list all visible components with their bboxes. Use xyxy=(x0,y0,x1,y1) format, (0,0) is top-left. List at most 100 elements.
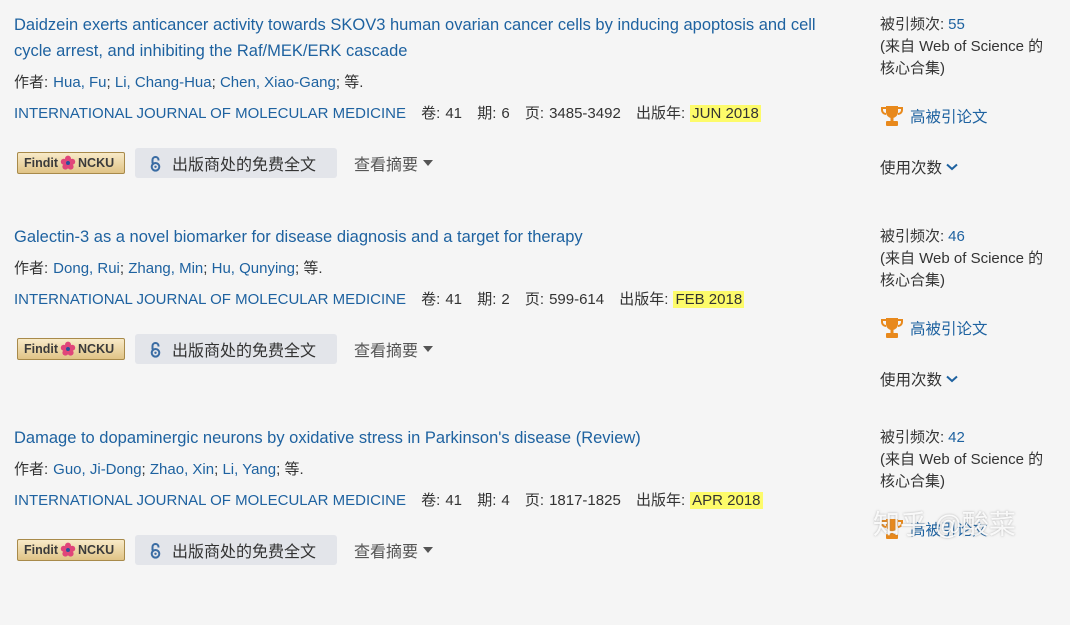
times-cited-count[interactable]: 46 xyxy=(948,228,965,245)
findit-ncku-button[interactable]: Findit NCKU xyxy=(17,338,125,360)
authors-label: 作者: xyxy=(14,461,49,478)
author-link[interactable]: Zhao, Xin xyxy=(150,461,214,478)
issue-value: 6 xyxy=(501,105,510,122)
source-line: INTERNATIONAL JOURNAL OF MOLECULAR MEDIC… xyxy=(14,490,854,512)
times-cited-label: 被引频次: xyxy=(880,228,945,245)
author-link[interactable]: Hu, Qunying xyxy=(212,260,295,277)
issue: 期: 2 xyxy=(477,291,510,308)
record-actions: Findit NCKU 出版商处的免费全文 查看摘要 xyxy=(14,535,854,565)
volume-label: 卷: xyxy=(421,291,441,308)
journal-link[interactable]: INTERNATIONAL JOURNAL OF MOLECULAR MEDIC… xyxy=(14,105,406,122)
result-record-2: Galectin-3 as a novel biomarker for dise… xyxy=(0,224,1070,424)
findit-ncku-button[interactable]: Findit NCKU xyxy=(17,539,125,561)
open-access-icon xyxy=(150,542,161,559)
volume-value: 41 xyxy=(445,492,463,509)
caret-down-icon xyxy=(423,160,434,166)
usage-count-toggle[interactable]: 使用次数 xyxy=(880,368,958,390)
record-authors: 作者: Hua, Fu; Li, Chang-Hua; Chen, Xiao-Ga… xyxy=(14,72,854,94)
view-abstract-toggle[interactable]: 查看摘要 xyxy=(354,337,434,361)
author-link[interactable]: Zhang, Min xyxy=(128,260,203,277)
highly-cited-label: 高被引论文 xyxy=(910,109,988,126)
highly-cited-badge[interactable]: 高被引论文 xyxy=(880,316,988,340)
view-abstract-toggle[interactable]: 查看摘要 xyxy=(354,538,434,562)
findit-label: Findit xyxy=(24,156,59,170)
ncku-flower-icon xyxy=(60,542,76,557)
volume-value: 41 xyxy=(445,105,463,122)
source-line: INTERNATIONAL JOURNAL OF MOLECULAR MEDIC… xyxy=(14,103,854,125)
record-actions: Findit NCKU 出版商处的免费全文 查看摘要 xyxy=(14,148,854,178)
free-fulltext-label: 出版商处的免费全文 xyxy=(172,157,317,174)
chevron-down-icon xyxy=(946,375,958,383)
record-authors: 作者: Guo, Ji-Dong; Zhao, Xin; Li, Yang; 等. xyxy=(14,459,854,481)
free-fulltext-button[interactable]: 出版商处的免费全文 xyxy=(135,148,337,178)
pubyear-value: JUN 2018 xyxy=(690,105,761,122)
pages: 页: 1817-1825 xyxy=(525,492,621,509)
pubyear: 出版年: JUN 2018 xyxy=(636,105,761,122)
view-abstract-toggle[interactable]: 查看摘要 xyxy=(354,151,434,175)
volume-value: 41 xyxy=(445,291,463,308)
pages-label: 页: xyxy=(524,492,545,509)
pubyear-label: 出版年: xyxy=(619,291,669,308)
record-title[interactable]: Damage to dopaminergic neurons by oxidat… xyxy=(14,425,854,451)
pages-label: 页: xyxy=(524,105,545,122)
author-link[interactable]: Dong, Rui xyxy=(53,260,120,277)
volume: 卷: 41 xyxy=(421,492,462,509)
trophy-icon xyxy=(881,318,903,338)
record-title[interactable]: Daidzein exerts anticancer activity towa… xyxy=(14,12,854,64)
record-main: Damage to dopaminergic neurons by oxidat… xyxy=(14,425,854,565)
volume-label: 卷: xyxy=(421,105,441,122)
ncku-label: NCKU xyxy=(78,543,115,557)
pubyear-label: 出版年: xyxy=(635,105,686,122)
watermark: 知乎 @酸菜 xyxy=(873,510,1016,540)
authors-label: 作者: xyxy=(14,260,49,277)
times-cited-count[interactable]: 55 xyxy=(948,16,965,33)
author-link[interactable]: Chen, Xiao-Gang xyxy=(220,74,336,91)
times-cited-source-note: (来自 Web of Science 的核心合集) xyxy=(880,451,1044,490)
author-link[interactable]: Hua, Fu xyxy=(53,74,106,91)
record-actions: Findit NCKU 出版商处的免费全文 查看摘要 xyxy=(14,334,854,364)
pages-label: 页: xyxy=(524,291,545,308)
usage-label: 使用次数 xyxy=(880,372,943,389)
author-link[interactable]: Li, Chang-Hua xyxy=(115,74,212,91)
authors-more: 等. xyxy=(284,461,304,478)
ncku-label: NCKU xyxy=(78,156,115,170)
times-cited-label: 被引频次: xyxy=(880,429,945,446)
issue: 期: 4 xyxy=(477,492,510,509)
free-fulltext-button[interactable]: 出版商处的免费全文 xyxy=(135,334,337,364)
record-main: Daidzein exerts anticancer activity towa… xyxy=(14,12,854,178)
author-separator: ; xyxy=(335,74,345,91)
record-main: Galectin-3 as a novel biomarker for dise… xyxy=(14,224,854,364)
record-title[interactable]: Galectin-3 as a novel biomarker for dise… xyxy=(14,224,854,250)
findit-ncku-button[interactable]: Findit NCKU xyxy=(17,152,125,174)
highly-cited-badge[interactable]: 高被引论文 xyxy=(880,104,988,128)
times-cited-source-note: (来自 Web of Science 的核心合集) xyxy=(880,38,1044,77)
open-access-icon xyxy=(150,155,161,172)
pubyear: 出版年: APR 2018 xyxy=(636,492,763,509)
journal-link[interactable]: INTERNATIONAL JOURNAL OF MOLECULAR MEDIC… xyxy=(14,291,406,308)
authors-label: 作者: xyxy=(14,74,49,91)
highly-cited-label: 高被引论文 xyxy=(910,321,988,338)
authors-more: 等. xyxy=(344,74,364,91)
pages: 页: 3485-3492 xyxy=(525,105,621,122)
pubyear-label: 出版年: xyxy=(635,492,686,509)
issue-label: 期: xyxy=(477,492,497,509)
journal-link[interactable]: INTERNATIONAL JOURNAL OF MOLECULAR MEDIC… xyxy=(14,492,406,509)
issue-value: 2 xyxy=(501,291,510,308)
author-separator: ; xyxy=(141,461,150,478)
pubyear-value: FEB 2018 xyxy=(673,291,745,308)
times-cited-count[interactable]: 42 xyxy=(948,429,965,446)
free-fulltext-label: 出版商处的免费全文 xyxy=(172,343,317,360)
trophy-icon xyxy=(881,106,903,126)
author-separator: ; xyxy=(203,260,212,277)
author-link[interactable]: Guo, Ji-Dong xyxy=(53,461,141,478)
ncku-flower-icon xyxy=(60,155,76,170)
record-authors: 作者: Dong, Rui; Zhang, Min; Hu, Qunying; 等… xyxy=(14,258,854,280)
author-link[interactable]: Li, Yang xyxy=(222,461,276,478)
caret-down-icon xyxy=(423,346,434,352)
usage-count-toggle[interactable]: 使用次数 xyxy=(880,156,958,178)
pages-value: 1817-1825 xyxy=(549,492,621,509)
view-abstract-label: 查看摘要 xyxy=(354,343,419,360)
free-fulltext-button[interactable]: 出版商处的免费全文 xyxy=(135,535,337,565)
times-cited: 被引频次: 55 xyxy=(880,14,965,36)
times-cited-source-note: (来自 Web of Science 的核心合集) xyxy=(880,250,1044,289)
